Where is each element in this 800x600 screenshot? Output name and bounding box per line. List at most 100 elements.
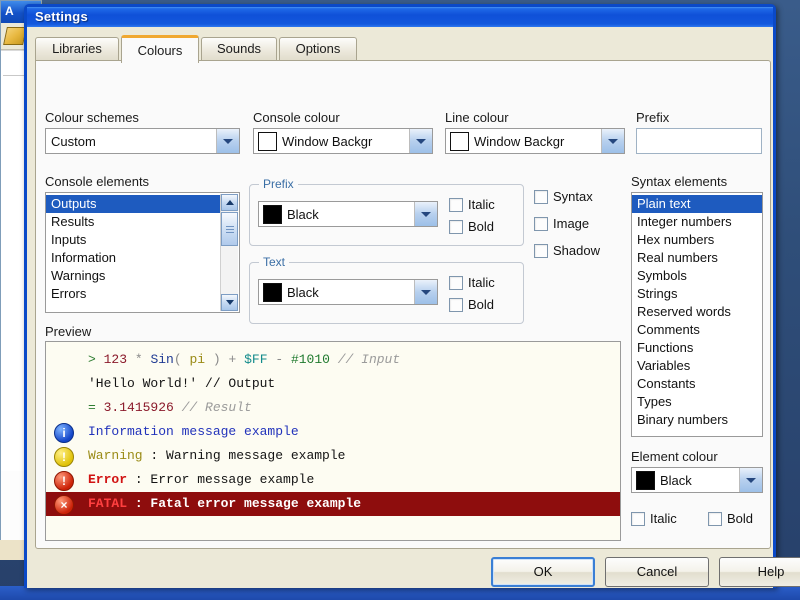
checkbox-box[interactable] xyxy=(631,511,645,526)
list-item[interactable]: Comments xyxy=(632,321,762,339)
checkbox-box[interactable] xyxy=(534,243,548,258)
token-string: 'Hello World!' // Output xyxy=(88,376,276,391)
shadow-checkbox[interactable]: Shadow xyxy=(534,243,600,258)
chevron-down-icon[interactable] xyxy=(409,129,432,153)
list-item[interactable]: Hex numbers xyxy=(632,231,762,249)
scrollbar-thumb[interactable] xyxy=(221,212,238,246)
list-item[interactable]: Outputs xyxy=(46,195,221,213)
prefix-input[interactable] xyxy=(636,128,762,154)
console-colour-combo[interactable]: Window Backgr xyxy=(253,128,433,154)
console-colour-swatch xyxy=(258,131,277,151)
scroll-down-icon[interactable] xyxy=(221,294,238,311)
chevron-down-icon[interactable] xyxy=(414,202,437,226)
scroll-up-icon[interactable] xyxy=(221,194,238,211)
checkbox-box[interactable] xyxy=(534,216,548,231)
error-icon: ! xyxy=(54,471,74,491)
tab-colours[interactable]: Colours xyxy=(121,35,199,63)
token-variable: pi xyxy=(181,352,213,367)
chevron-down-icon[interactable] xyxy=(739,468,762,492)
list-item[interactable]: Errors xyxy=(46,285,221,303)
syntax-elements-listbox[interactable]: Plain text Integer numbers Hex numbers R… xyxy=(631,192,763,437)
list-item[interactable]: Reserved words xyxy=(632,303,762,321)
text-colour-combo[interactable]: Black xyxy=(258,279,438,305)
prefix-colour-combo[interactable]: Black xyxy=(258,201,438,227)
list-item[interactable]: Information xyxy=(46,249,221,267)
checkbox-box[interactable] xyxy=(449,297,463,312)
help-button[interactable]: Help xyxy=(719,557,800,587)
cancel-button-label: Cancel xyxy=(636,564,678,579)
preview-line-information: i Information message example xyxy=(46,420,620,444)
text-bold-checkbox[interactable]: Bold xyxy=(449,297,494,312)
prefix-bold-checkbox[interactable]: Bold xyxy=(449,219,494,234)
prefix-italic-checkbox[interactable]: Italic xyxy=(449,197,495,212)
tab-options[interactable]: Options xyxy=(279,37,357,61)
tab-sounds[interactable]: Sounds xyxy=(201,37,277,61)
list-item[interactable]: Real numbers xyxy=(632,249,762,267)
tab-strip: Libraries Colours Sounds Options xyxy=(35,35,771,63)
tab-page-colours: Colour schemes Custom Console colour Win… xyxy=(35,60,771,549)
colour-schemes-combo[interactable]: Custom xyxy=(45,128,240,154)
checkbox-box[interactable] xyxy=(449,219,463,234)
preview-line-warning: ! Warning : Warning message example xyxy=(46,444,620,468)
prefix-field-label: Prefix xyxy=(636,110,670,125)
token-hex: $FF xyxy=(236,352,268,367)
list-item[interactable]: Results xyxy=(46,213,221,231)
preview-line-fatal: × FATAL : Fatal error message example xyxy=(46,492,620,516)
element-colour-combo[interactable]: Black xyxy=(631,467,763,493)
taskbar[interactable] xyxy=(0,586,800,600)
element-italic-checkbox[interactable]: Italic xyxy=(631,511,677,526)
ok-button[interactable]: OK xyxy=(491,557,595,587)
list-item[interactable]: Types xyxy=(632,393,762,411)
token-error-prefix: Error xyxy=(88,472,128,487)
token-symbol: + xyxy=(220,352,237,367)
syntax-checkbox[interactable]: Syntax xyxy=(534,189,593,204)
token-integer: 123 xyxy=(95,352,128,367)
text-colour-swatch xyxy=(263,282,282,302)
list-item[interactable]: Constants xyxy=(632,375,762,393)
information-icon: i xyxy=(54,423,74,443)
console-elements-label: Console elements xyxy=(45,174,150,189)
console-elements-scrollbar[interactable] xyxy=(220,194,238,311)
chevron-down-icon[interactable] xyxy=(601,129,624,153)
list-item[interactable]: Functions xyxy=(632,339,762,357)
dialog-titlebar[interactable]: Settings xyxy=(27,7,773,27)
list-item[interactable]: Inputs xyxy=(46,231,221,249)
list-item[interactable]: Integer numbers xyxy=(632,213,762,231)
syntax-elements-label: Syntax elements xyxy=(631,174,728,189)
chevron-down-icon[interactable] xyxy=(414,280,437,304)
list-item[interactable]: Plain text xyxy=(632,195,762,213)
token-symbol: - xyxy=(267,352,284,367)
list-item[interactable]: Strings xyxy=(632,285,762,303)
tab-libraries[interactable]: Libraries xyxy=(35,37,119,61)
element-bold-checkbox[interactable]: Bold xyxy=(708,511,753,526)
checkbox-box[interactable] xyxy=(708,511,722,526)
dialog-body: Libraries Colours Sounds Options Colour … xyxy=(27,27,800,588)
text-group-title: Text xyxy=(259,255,290,269)
preview-line-output: 'Hello World!' // Output xyxy=(46,372,620,396)
checkbox-box[interactable] xyxy=(534,189,548,204)
checkbox-label: Image xyxy=(553,216,590,231)
console-elements-listbox[interactable]: Outputs Results Inputs Information Warni… xyxy=(45,192,240,313)
cancel-button[interactable]: Cancel xyxy=(605,557,709,587)
preview-line-result: = 3.1415926 // Result xyxy=(46,396,620,420)
token-fatal-prefix: FATAL xyxy=(88,496,128,511)
chevron-down-icon[interactable] xyxy=(216,129,239,153)
text-italic-checkbox[interactable]: Italic xyxy=(449,275,495,290)
token-prefix: = xyxy=(88,400,96,415)
checkbox-label: Bold xyxy=(468,297,495,312)
list-item[interactable]: Warnings xyxy=(46,267,221,285)
settings-dialog: Settings Libraries Colours Sounds Option… xyxy=(24,4,800,588)
list-item[interactable]: Binary numbers xyxy=(632,411,762,429)
list-item[interactable]: Variables xyxy=(632,357,762,375)
image-checkbox[interactable]: Image xyxy=(534,216,589,231)
checkbox-box[interactable] xyxy=(449,197,463,212)
element-colour-label: Element colour xyxy=(631,449,718,464)
console-colour-value: Window Backgr xyxy=(282,133,373,149)
list-item[interactable]: Symbols xyxy=(632,267,762,285)
checkbox-box[interactable] xyxy=(449,275,463,290)
token-prefix: > xyxy=(88,352,96,367)
line-colour-combo[interactable]: Window Backgr xyxy=(445,128,625,154)
preview-pane: > 123 * Sin( pi ) + $FF - #1010 // Input… xyxy=(45,341,621,541)
colour-schemes-value: Custom xyxy=(51,133,96,149)
preview-line-input: > 123 * Sin( pi ) + $FF - #1010 // Input xyxy=(46,348,620,372)
